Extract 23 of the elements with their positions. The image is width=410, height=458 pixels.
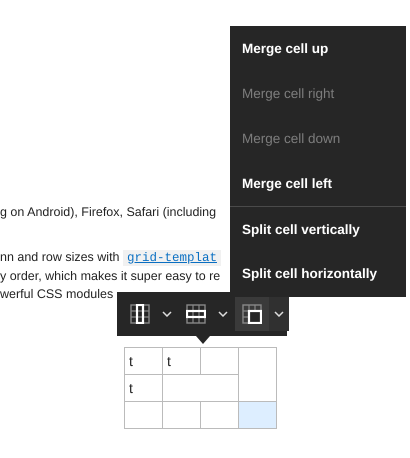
menu-item[interactable]: Merge cell left bbox=[230, 161, 406, 206]
table-cell[interactable] bbox=[124, 402, 162, 428]
menu-item[interactable]: Split cell horizontally bbox=[230, 251, 406, 296]
table-cell[interactable]: t bbox=[124, 374, 162, 402]
paragraph-line: y order, which makes it super easy to re bbox=[0, 268, 220, 285]
caret-icon bbox=[218, 311, 228, 317]
table-column-icon bbox=[130, 304, 150, 324]
table-cell[interactable] bbox=[200, 348, 238, 374]
paragraph-line: werful CSS modules bbox=[0, 286, 114, 303]
toolbar-button[interactable] bbox=[235, 297, 289, 331]
table-cell[interactable] bbox=[238, 402, 276, 428]
table-row-icon bbox=[186, 304, 206, 324]
paragraph-line: g on Android), Firefox, Safari (including bbox=[0, 204, 216, 221]
menu-item[interactable]: Split cell vertically bbox=[230, 206, 406, 251]
paragraph-text: nn and row sizes with bbox=[0, 250, 121, 264]
code-link[interactable]: grid-templat bbox=[122, 250, 221, 266]
menu-item[interactable]: Merge cell up bbox=[230, 26, 406, 71]
table-cell[interactable]: t bbox=[124, 348, 162, 374]
table-cell-icon bbox=[242, 304, 262, 324]
table-cell[interactable] bbox=[162, 402, 200, 428]
caret-icon bbox=[274, 311, 284, 317]
table-cell[interactable]: t bbox=[162, 348, 200, 374]
caret-icon bbox=[162, 311, 172, 317]
